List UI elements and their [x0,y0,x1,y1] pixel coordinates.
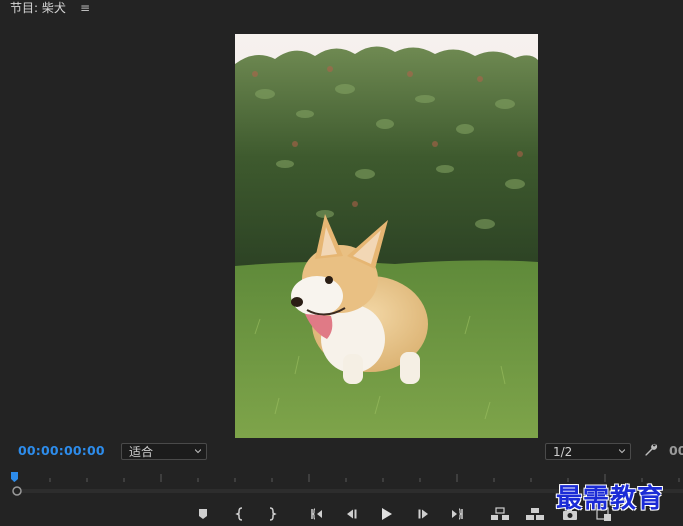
extract-button[interactable] [525,506,544,522]
watermark-logo: 最需教育 [556,484,665,514]
play-button[interactable] [378,506,396,522]
extract-icon [526,508,544,520]
panel-header: 节目: 柴犬 ≡ [0,0,683,18]
panel-menu-icon[interactable]: ≡ [80,1,90,15]
lift-icon [491,507,509,520]
chevron-down-icon [619,449,625,454]
mark-in-button[interactable] [232,506,250,522]
playback-resolution-select[interactable]: 1/2 [545,443,631,460]
step-back-button[interactable] [343,506,361,522]
zoom-level-select[interactable]: 适合 [121,443,207,460]
duration-timecode[interactable]: 00 [669,443,683,458]
mark-out-icon [269,507,277,521]
go-to-out-button[interactable] [447,506,465,522]
program-monitor-video[interactable] [235,34,538,438]
go-to-out-icon [452,508,463,520]
zoom-level-value: 适合 [129,445,154,459]
add-marker-button[interactable] [195,506,213,522]
playback-resolution-value: 1/2 [553,445,573,459]
playhead-timecode[interactable]: 00:00:00:00 [18,443,105,458]
add-marker-icon [199,509,207,519]
corgi-photo [235,34,538,438]
scroll-handle[interactable] [12,486,22,496]
playhead-handle[interactable] [11,472,18,482]
go-to-in-button[interactable] [309,506,327,522]
step-forward-icon [418,509,428,519]
play-icon [382,508,392,520]
panel-title[interactable]: 节目: 柴犬 [10,0,66,16]
lift-button[interactable] [490,506,509,522]
go-to-in-icon [311,508,322,520]
mark-in-icon [235,507,243,521]
mark-out-button[interactable] [263,506,281,522]
wrench-icon[interactable] [643,442,659,458]
step-back-icon [347,509,357,519]
step-forward-button[interactable] [414,506,432,522]
chevron-down-icon [195,449,201,454]
